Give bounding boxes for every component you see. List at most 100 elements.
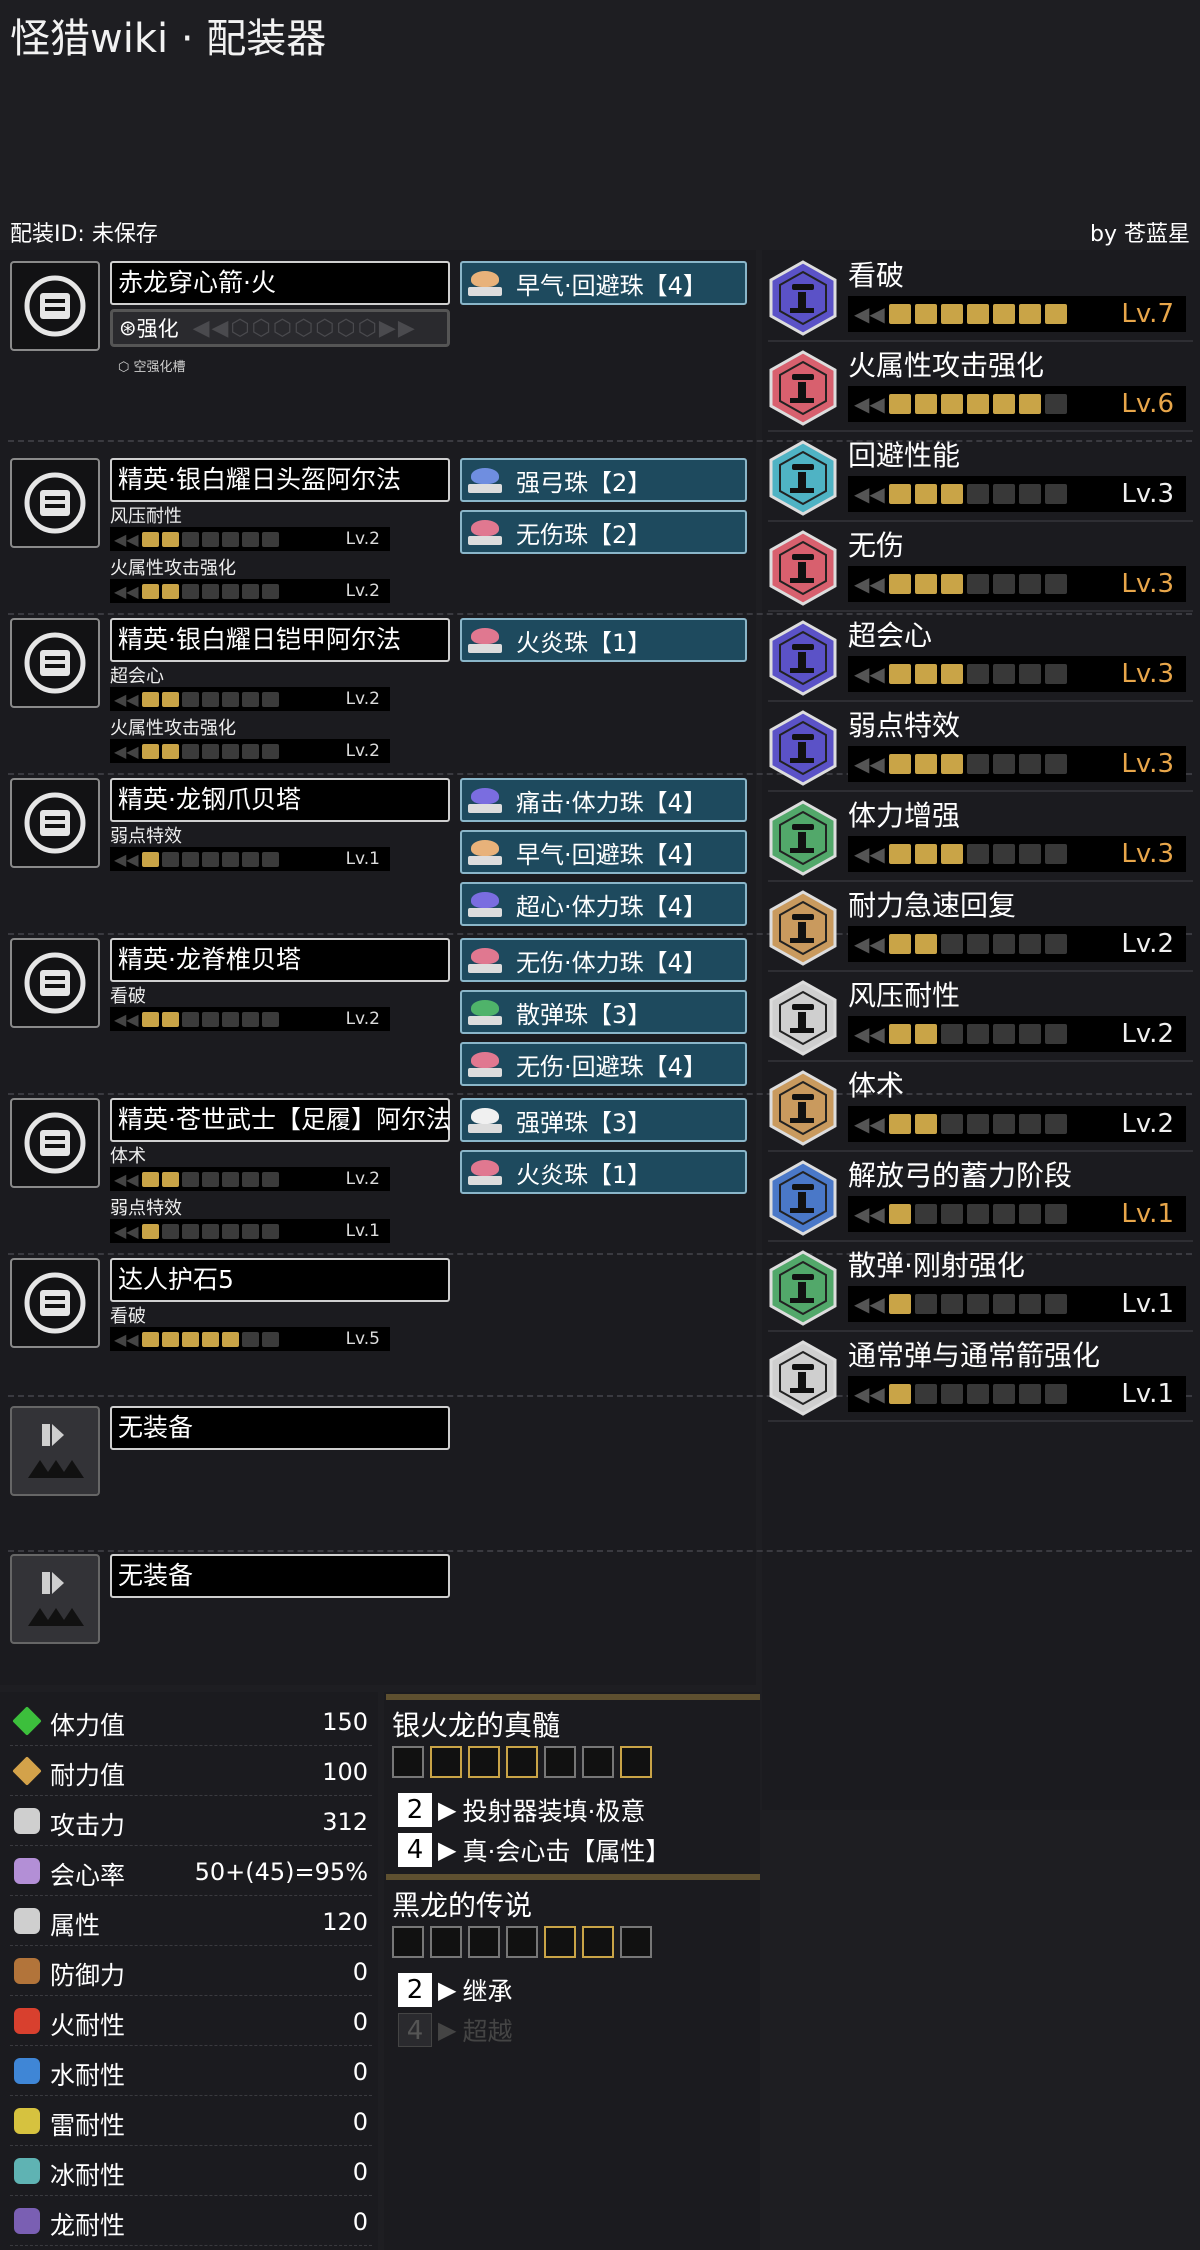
equipment-icon[interactable] — [10, 938, 100, 1028]
empty-slot-name[interactable]: 无装备 — [110, 1406, 450, 1450]
gem-base — [468, 536, 502, 545]
skill-summary-bar: ◀◀ Lv.6 — [848, 386, 1186, 422]
equipment-icon[interactable] — [10, 618, 100, 708]
equipment-icon[interactable] — [10, 261, 100, 351]
divider — [8, 1550, 1192, 1552]
equip-skill-name: 看破 — [110, 986, 146, 1007]
stat-label: 龙耐性 — [50, 2211, 126, 2240]
skill-summary-row: 看破 ◀◀ Lv.7 — [768, 252, 1193, 342]
ice-res-icon — [14, 2158, 40, 2184]
equip-skill-level: Lv.2 — [345, 1009, 380, 1029]
level-pip — [888, 1294, 911, 1314]
skill-summary-bar: ◀◀ Lv.3 — [848, 746, 1186, 782]
decoration-slot[interactable]: 火炎珠【1】 — [460, 1150, 747, 1194]
level-pip — [221, 691, 239, 707]
gem-stone — [471, 892, 499, 908]
weapon-name[interactable]: 赤龙穿心箭·火 — [110, 261, 450, 305]
decoration-slot[interactable]: 无伤珠【2】 — [460, 510, 747, 554]
level-pip — [261, 691, 279, 707]
equip-skill-level: Lv.2 — [345, 741, 380, 761]
skill-summary-level: Lv.2 — [1121, 1019, 1174, 1049]
armor-name[interactable]: 精英·苍世武士【足履】阿尔法 — [110, 1098, 451, 1142]
decoration-label: 痛击·体力珠【4】 — [516, 788, 707, 817]
play-arrow-icon: ▶ — [438, 2016, 457, 2044]
level-pip — [141, 691, 159, 707]
decoration-slot[interactable]: 无伤·体力珠【4】 — [460, 938, 747, 982]
skill-summary-bar: ◀◀ Lv.3 — [848, 656, 1186, 692]
chevron-left-icon: ◀◀ — [854, 1382, 885, 1406]
decoration-slot[interactable]: 强弓珠【2】 — [460, 458, 747, 502]
level-pip — [161, 691, 179, 707]
armor-name[interactable]: 精英·银白耀日铠甲阿尔法 — [110, 618, 450, 662]
skill-summary-row: 超会心 ◀◀ Lv.3 — [768, 612, 1193, 702]
set-piece-icon — [392, 1746, 424, 1778]
decoration-label: 无伤·体力珠【4】 — [516, 948, 707, 977]
gem-base — [468, 908, 502, 917]
decoration-slot[interactable]: 无伤·回避珠【4】 — [460, 1042, 747, 1086]
level-pip — [966, 1114, 989, 1134]
level-pip — [1018, 934, 1041, 954]
level-pip — [1044, 1204, 1067, 1224]
level-pip — [201, 743, 219, 759]
level-pip — [261, 1331, 279, 1347]
decoration-slot[interactable]: 火炎珠【1】 — [460, 618, 747, 662]
stat-row: 耐力值 100 — [10, 1746, 372, 1796]
level-pip — [241, 743, 259, 759]
armor-name[interactable]: 精英·龙脊椎贝塔 — [110, 938, 450, 982]
level-pip — [161, 851, 179, 867]
decoration-slot[interactable]: 超心·体力珠【4】 — [460, 882, 747, 926]
skill-summary-level: Lv.1 — [1121, 1199, 1174, 1229]
armor-name[interactable]: 精英·龙钢爪贝塔 — [110, 778, 450, 822]
decoration-slot[interactable]: 早气·回避珠【4】 — [460, 261, 747, 305]
level-pip — [992, 934, 1015, 954]
skill-summary-name: 通常弹与通常箭强化 — [848, 1339, 1101, 1372]
skill-hex-icon — [769, 1340, 837, 1416]
skill-summary-bar: ◀◀ Lv.1 — [848, 1196, 1186, 1232]
armor-name[interactable]: 精英·银白耀日头盔阿尔法 — [110, 458, 450, 502]
equip-skill-bar: ◀◀ Lv.2 — [110, 1167, 390, 1191]
level-pip — [141, 1171, 159, 1187]
level-pip — [1018, 664, 1041, 684]
gem-stone — [471, 1000, 499, 1016]
equipment-icon[interactable] — [10, 1098, 100, 1188]
set-piece-count: 4 — [398, 1833, 432, 1867]
skill-hex-icon — [769, 350, 837, 426]
equip-skill-name: 火属性攻击强化 — [110, 558, 236, 579]
set-piece-icon — [506, 1746, 538, 1778]
charm-name[interactable]: 达人护石5 — [110, 1258, 450, 1302]
chevron-left-icon: ◀◀ — [854, 1292, 885, 1316]
stat-value: 0 — [352, 2158, 368, 2186]
level-pip — [992, 484, 1015, 504]
empty-slot-name[interactable]: 无装备 — [110, 1554, 450, 1598]
set-bonus-skill: 4 ▶ 超越 — [398, 2012, 512, 2048]
stat-value: 0 — [352, 2108, 368, 2136]
empty-equipment-icon[interactable] — [10, 1406, 100, 1496]
decoration-slot[interactable]: 散弹珠【3】 — [460, 990, 747, 1034]
stat-row: 水耐性 0 — [10, 2046, 372, 2096]
empty-equipment-icon[interactable] — [10, 1554, 100, 1644]
level-pip — [888, 1204, 911, 1224]
gem-stone — [471, 468, 499, 484]
skill-summary-level: Lv.7 — [1121, 299, 1174, 329]
level-pip — [201, 691, 219, 707]
equipment-icon[interactable] — [10, 458, 100, 548]
level-pip — [992, 1294, 1015, 1314]
gem-base — [468, 1124, 502, 1133]
level-pip — [181, 1011, 199, 1027]
decoration-slot[interactable]: 痛击·体力珠【4】 — [460, 778, 747, 822]
equipment-icon[interactable] — [10, 1258, 100, 1348]
skill-hex-icon — [769, 1160, 837, 1236]
equipment-glyph — [24, 275, 86, 337]
level-pip — [888, 304, 911, 324]
level-pip — [966, 574, 989, 594]
decoration-slot[interactable]: 早气·回避珠【4】 — [460, 830, 747, 874]
stat-value: 0 — [352, 1958, 368, 1986]
level-pip — [1018, 394, 1041, 414]
equipment-icon[interactable] — [10, 778, 100, 868]
level-pip — [241, 1331, 259, 1347]
set-piece-count: 2 — [398, 1973, 432, 2007]
reinforce-bar[interactable]: ⊛ 强化 ◀◀⬡⬡⬡⬡⬡⬡⬡▶▶ — [110, 309, 450, 347]
decoration-label: 早气·回避珠【4】 — [516, 271, 707, 300]
decoration-slot[interactable]: 强弹珠【3】 — [460, 1098, 747, 1142]
chevron-left-icon: ◀◀ — [854, 1112, 885, 1136]
